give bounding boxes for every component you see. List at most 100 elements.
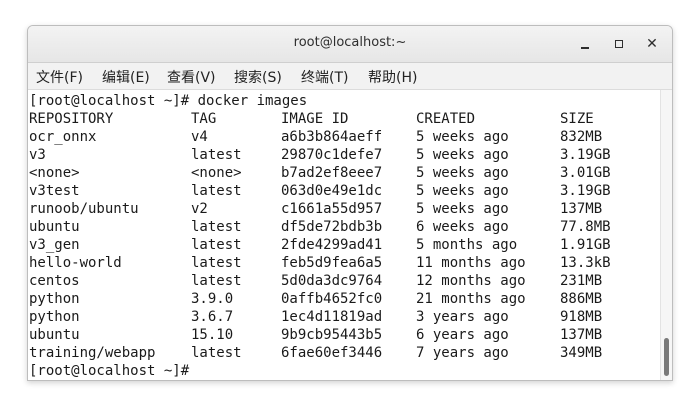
cell-created: 5 weeks ago (416, 201, 509, 217)
cell-size: 349MB (560, 345, 603, 361)
header-tag: TAG (191, 111, 217, 127)
table-row: centos latest 5d0da3dc9764 12 months ago 231… (29, 272, 649, 290)
cell-repository: python (29, 291, 80, 307)
cell-size: 918MB (560, 309, 603, 325)
cell-size: 3.19GB (560, 147, 611, 163)
menu-help[interactable]: 帮助(H) (368, 67, 417, 87)
cell-size: 137MB (560, 201, 603, 217)
cell-repository: v3 (29, 147, 46, 163)
terminal-window: root@localhost:~ ✕ 文件(F) 编辑(E) 查看(V) 搜索(… (27, 25, 673, 381)
table-row: <none> <none> b7ad2ef8eee7 5 weeks ago 3.01G… (29, 164, 649, 182)
cell-created: 3 years ago (416, 309, 509, 325)
cell-size: 3.01GB (560, 165, 611, 181)
cell-size: 1.91GB (560, 237, 611, 253)
cell-tag: latest (191, 147, 242, 163)
cell-tag: latest (191, 345, 242, 361)
maximize-button[interactable] (610, 35, 628, 53)
cell-repository: python (29, 309, 80, 325)
minimize-icon (581, 47, 589, 49)
cell-created: 5 weeks ago (416, 183, 509, 199)
scrollbar-thumb[interactable] (664, 338, 669, 376)
table-row: python 3.9.0 0affb4652fc0 21 months ago 886M… (29, 290, 649, 308)
menu-bar: 文件(F) 编辑(E) 查看(V) 搜索(S) 终端(T) 帮助(H) (28, 63, 672, 90)
cell-tag: latest (191, 183, 242, 199)
table-row: training/webapp latest 6fae60ef3446 7 years… (29, 344, 649, 362)
table-row: hello-world latest feb5d9fea6a5 11 months a… (29, 254, 649, 272)
cell-tag: v2 (191, 201, 208, 217)
header-repository: REPOSITORY (29, 111, 114, 127)
menu-view[interactable]: 查看(V) (167, 67, 216, 87)
cell-created: 6 weeks ago (416, 219, 509, 235)
cell-image-id: c1661a55d957 (281, 201, 383, 217)
cell-created: 21 months ago (416, 291, 526, 307)
cell-size: 886MB (560, 291, 603, 307)
minimize-button[interactable] (576, 35, 594, 53)
table-row: ocr_onnx v4 a6b3b864aeff 5 weeks ago 832MB (29, 128, 649, 146)
prompt-line: [root@localhost ~]# (29, 362, 189, 380)
cell-image-id: a6b3b864aeff (281, 129, 383, 145)
header-image-id: IMAGE ID (281, 111, 349, 127)
table-row: python 3.6.7 1ec4d11819ad 3 years ago 918MB (29, 308, 649, 326)
cell-image-id: 063d0e49e1dc (281, 183, 383, 199)
cell-tag: v4 (191, 129, 208, 145)
cell-repository: runoob/ubuntu (29, 201, 139, 217)
table-row: ubuntu latest df5de72bdb3b 6 weeks ago 77.8M… (29, 218, 649, 236)
table-row: ubuntu 15.10 9b9cb95443b5 6 years ago 137MB (29, 326, 649, 344)
table-row: v3_gen latest 2fde4299ad41 5 months ago 1.91… (29, 236, 649, 254)
cell-repository: ubuntu (29, 327, 80, 343)
cell-image-id: 6fae60ef3446 (281, 345, 383, 361)
cell-image-id: 29870c1defe7 (281, 147, 383, 163)
cell-repository: hello-world (29, 255, 122, 271)
cell-created: 5 weeks ago (416, 165, 509, 181)
cell-image-id: 1ec4d11819ad (281, 309, 383, 325)
cell-size: 832MB (560, 129, 603, 145)
cell-size: 13.3kB (560, 255, 611, 271)
cell-tag: <none> (191, 165, 242, 181)
cell-repository: ubuntu (29, 219, 80, 235)
menu-search[interactable]: 搜索(S) (234, 67, 282, 87)
cell-created: 7 years ago (416, 345, 509, 361)
cell-repository: training/webapp (29, 345, 156, 361)
close-icon: ✕ (646, 36, 658, 52)
cell-size: 3.19GB (560, 183, 611, 199)
cell-image-id: 9b9cb95443b5 (281, 327, 383, 343)
cell-repository: centos (29, 273, 80, 289)
menu-file[interactable]: 文件(F) (36, 67, 83, 87)
cell-size: 77.8MB (560, 219, 611, 235)
cell-tag: 3.9.0 (191, 291, 234, 307)
cell-repository: v3_gen (29, 237, 80, 253)
cell-created: 6 years ago (416, 327, 509, 343)
terminal-output[interactable]: [root@localhost ~]# docker images REPOSI… (28, 90, 660, 380)
cell-image-id: 5d0da3dc9764 (281, 273, 383, 289)
cell-created: 12 months ago (416, 273, 526, 289)
command-line: [root@localhost ~]# docker images (29, 93, 308, 109)
table-header: REPOSITORY TAG IMAGE ID CREATED SIZE (29, 110, 649, 128)
maximize-icon (615, 40, 623, 48)
scrollbar[interactable] (660, 90, 672, 380)
cell-repository: ocr_onnx (29, 129, 97, 145)
cell-image-id: 0affb4652fc0 (281, 291, 383, 307)
menu-edit[interactable]: 编辑(E) (102, 67, 150, 87)
table-row: runoob/ubuntu v2 c1661a55d957 5 weeks ago 13… (29, 200, 649, 218)
title-bar[interactable]: root@localhost:~ ✕ (28, 26, 672, 63)
header-size: SIZE (560, 111, 594, 127)
header-created: CREATED (416, 111, 476, 127)
cell-size: 137MB (560, 327, 603, 343)
cell-image-id: b7ad2ef8eee7 (281, 165, 383, 181)
menu-terminal[interactable]: 终端(T) (301, 67, 348, 87)
cell-created: 5 weeks ago (416, 147, 509, 163)
cell-image-id: df5de72bdb3b (281, 219, 383, 235)
cell-image-id: feb5d9fea6a5 (281, 255, 383, 271)
cell-tag: latest (191, 219, 242, 235)
prompt-text: [root@localhost ~]# (29, 363, 190, 379)
cell-created: 5 weeks ago (416, 129, 509, 145)
cell-repository: <none> (29, 165, 80, 181)
table-row: v3test latest 063d0e49e1dc 5 weeks ago 3.19G… (29, 182, 649, 200)
cell-image-id: 2fde4299ad41 (281, 237, 383, 253)
close-button[interactable]: ✕ (643, 35, 661, 53)
table-row: v3 latest 29870c1defe7 5 weeks ago 3.19GB (29, 146, 649, 164)
cell-tag: latest (191, 255, 242, 271)
cell-created: 5 months ago (416, 237, 518, 253)
cell-created: 11 months ago (416, 255, 526, 271)
cell-tag: latest (191, 273, 242, 289)
